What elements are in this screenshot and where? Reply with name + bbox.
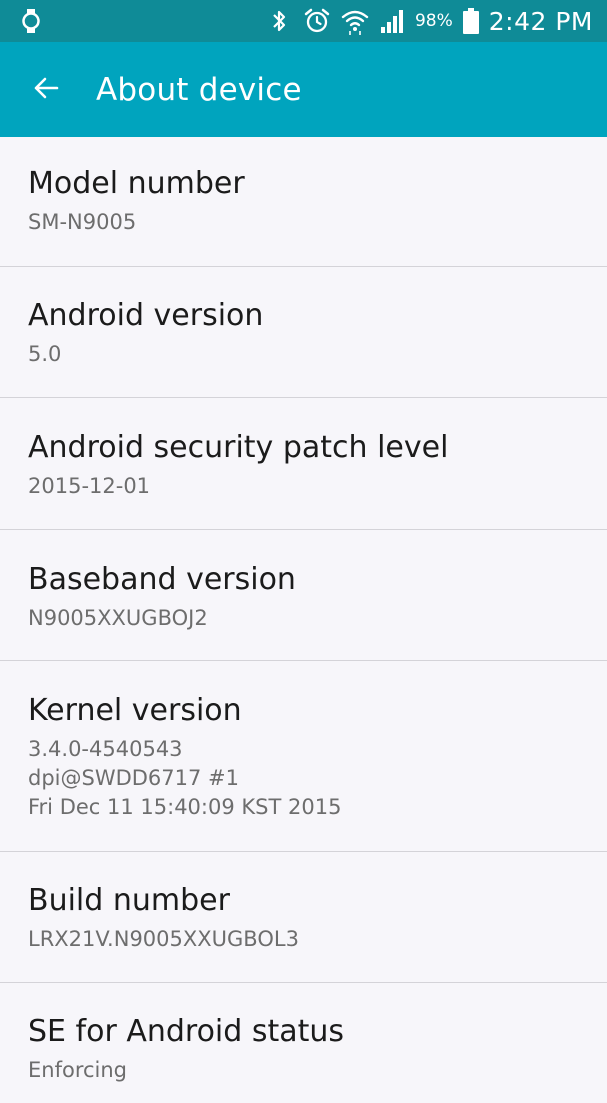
back-arrow-icon: [32, 74, 60, 106]
list-item-value: SM-N9005: [28, 210, 137, 234]
battery-percent: 98%: [414, 11, 453, 31]
list-item-value: LRX21V.N9005XXUGBOL3: [28, 927, 299, 951]
alarm-icon: [303, 7, 331, 35]
list-item-se-android-status[interactable]: SE for Android status Enforcing: [0, 983, 607, 1103]
app-bar: About device: [0, 42, 607, 137]
list-item-title: Kernel version: [28, 693, 242, 728]
list-item-title: Model number: [28, 166, 245, 201]
list-item-value: 5.0: [28, 342, 62, 366]
bluetooth-icon: [265, 7, 293, 35]
list-item-kernel-version[interactable]: Kernel version 3.4.0-4540543 dpi@SWDD671…: [0, 661, 607, 852]
list-item-security-patch[interactable]: Android security patch level 2015-12-01: [0, 398, 607, 530]
list-item-value: 3.4.0-4540543: [28, 737, 183, 761]
list-item-title: Android security patch level: [28, 430, 449, 465]
battery-icon: [462, 8, 479, 34]
list-item-model-number[interactable]: Model number SM-N9005: [0, 137, 607, 267]
settings-list: Model number SM-N9005 Android version 5.…: [0, 137, 607, 1103]
list-item-title: Build number: [28, 883, 230, 918]
list-item-value: Fri Dec 11 15:40:09 KST 2015: [28, 795, 342, 819]
list-item-value: 2015-12-01: [28, 474, 151, 498]
back-button[interactable]: [22, 66, 70, 114]
watch-icon: [20, 9, 42, 33]
list-item-build-number[interactable]: Build number LRX21V.N9005XXUGBOL3: [0, 852, 607, 983]
list-item-title: Android version: [28, 298, 264, 333]
list-item-value: dpi@SWDD6717 #1: [28, 766, 240, 790]
list-item-title: SE for Android status: [28, 1014, 345, 1049]
signal-icon: [379, 7, 407, 35]
list-item-android-version[interactable]: Android version 5.0: [0, 267, 607, 398]
wifi-icon: [341, 7, 369, 35]
status-time: 2:42 PM: [488, 6, 593, 36]
list-item-value: Enforcing: [28, 1058, 128, 1082]
list-item-baseband-version[interactable]: Baseband version N9005XXUGBOJ2: [0, 530, 607, 661]
list-item-value: N9005XXUGBOJ2: [28, 606, 208, 630]
page-title: About device: [96, 72, 302, 108]
list-item-title: Baseband version: [28, 562, 296, 597]
status-bar: 98% 2:42 PM: [0, 0, 607, 42]
